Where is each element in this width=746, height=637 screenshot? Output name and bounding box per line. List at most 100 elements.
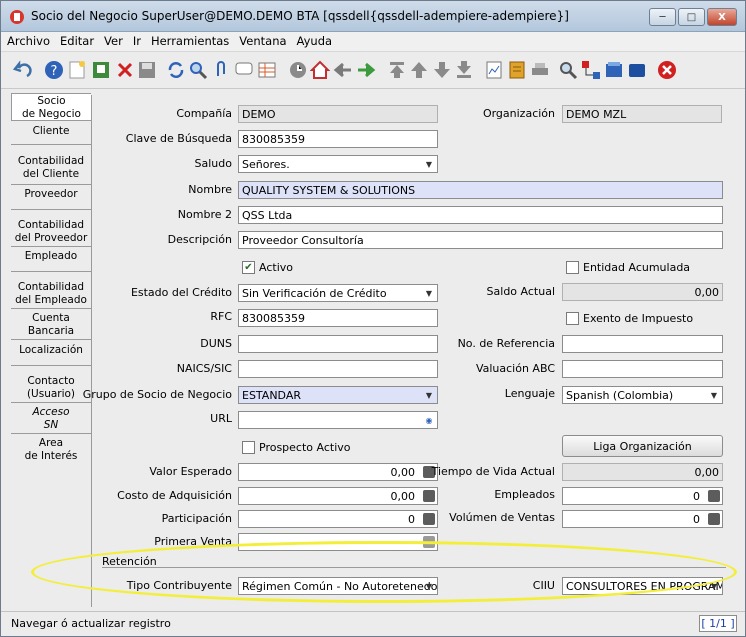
- activo-label: Activo: [259, 261, 293, 274]
- menu-ir[interactable]: Ir: [127, 32, 145, 51]
- activo-checkbox[interactable]: ✔: [242, 261, 255, 274]
- costo-adquisicion-input[interactable]: 0,00: [238, 487, 438, 505]
- archive-icon[interactable]: [507, 60, 527, 80]
- tab-localizacion[interactable]: Localización: [11, 344, 91, 366]
- first-record-icon[interactable]: [387, 60, 407, 80]
- valuacion-input[interactable]: [562, 360, 723, 378]
- estado-credito-select[interactable]: Sin Verificación de Crédito ▼: [238, 284, 438, 302]
- primera-venta-input[interactable]: [238, 533, 438, 551]
- nombre-input[interactable]: QUALITY SYSTEM & SOLUTIONS: [238, 181, 723, 199]
- menu-editar[interactable]: Editar: [54, 32, 98, 51]
- menu-ventana[interactable]: Ventana: [233, 32, 290, 51]
- window-title: Socio del Negocio SuperUser@DEMO.DEMO BT…: [31, 9, 569, 23]
- last-record-icon[interactable]: [454, 60, 474, 80]
- history-icon[interactable]: [288, 60, 308, 80]
- tab-contabilidad-cliente[interactable]: Contabilidad del Cliente: [11, 155, 91, 185]
- menu-archivo[interactable]: Archivo: [1, 32, 54, 51]
- menu-ayuda[interactable]: Ayuda: [291, 32, 337, 51]
- duns-input[interactable]: [238, 335, 438, 353]
- tab-contabilidad-empleado[interactable]: Contabilidad del Empleado: [11, 281, 91, 309]
- saludo-select[interactable]: Señores. ▼: [238, 155, 438, 173]
- svg-text:?: ?: [51, 64, 58, 79]
- nombre2-input[interactable]: QSS Ltda: [238, 206, 723, 224]
- chevron-down-icon[interactable]: ▼: [422, 388, 436, 402]
- attachment-icon[interactable]: [211, 60, 231, 80]
- calendar-icon[interactable]: [423, 536, 435, 548]
- url-input[interactable]: ◉: [238, 411, 438, 429]
- calculator-icon[interactable]: [423, 490, 435, 502]
- tipo-contribuyente-select[interactable]: Régimen Común - No Autoretenedor ▼: [238, 577, 438, 595]
- print-icon[interactable]: [530, 60, 550, 80]
- exit-icon[interactable]: [657, 60, 677, 80]
- ciiu-select[interactable]: CONSULTORES EN PROGRAM... ▼: [562, 577, 723, 595]
- liga-organizacion-button[interactable]: Liga Organización: [562, 435, 723, 457]
- volumen-ventas-input[interactable]: 0: [562, 510, 723, 528]
- descripcion-input[interactable]: Proveedor Consultoría: [238, 231, 723, 249]
- chevron-down-icon[interactable]: ▼: [707, 388, 721, 402]
- menu-herramientas[interactable]: Herramientas: [145, 32, 233, 51]
- delete-icon[interactable]: [115, 60, 135, 80]
- calculator-icon[interactable]: [423, 513, 435, 525]
- status-bar: Navegar ó actualizar registro [ 1/1 ]: [1, 611, 745, 636]
- app-icon: [10, 10, 24, 24]
- entidad-acumulada-checkbox[interactable]: [566, 261, 579, 274]
- grupo-select[interactable]: ESTANDAR ▼: [238, 386, 438, 404]
- record-counter[interactable]: [ 1/1 ]: [699, 615, 737, 632]
- maximize-button[interactable]: □: [678, 8, 705, 26]
- chevron-down-icon[interactable]: ▼: [707, 579, 721, 593]
- chat-icon[interactable]: [234, 60, 254, 80]
- calculator-icon[interactable]: [708, 490, 720, 502]
- new-record-icon[interactable]: [67, 60, 87, 80]
- report-icon[interactable]: [484, 60, 504, 80]
- referencia-label: No. de Referencia: [457, 337, 555, 350]
- close-button[interactable]: X: [707, 8, 737, 26]
- grid-toggle-icon[interactable]: [257, 60, 277, 80]
- product-info-icon[interactable]: [627, 60, 647, 80]
- section-divider: [102, 567, 726, 568]
- valor-esperado-input[interactable]: 0,00: [238, 463, 438, 481]
- minimize-button[interactable]: ─: [649, 8, 676, 26]
- tab-acceso-sn[interactable]: Acceso SN: [11, 406, 91, 434]
- tab-proveedor[interactable]: Proveedor: [11, 188, 91, 210]
- grupo-label: Grupo de Socio de Negocio: [82, 388, 232, 401]
- empleados-input[interactable]: 0: [562, 487, 723, 505]
- tab-cuenta-bancaria[interactable]: Cuenta Bancaria: [11, 312, 91, 340]
- prospecto-checkbox[interactable]: [242, 441, 255, 454]
- refresh-icon[interactable]: [166, 60, 186, 80]
- participacion-input[interactable]: 0: [238, 510, 438, 528]
- clave-busqueda-input[interactable]: 830085359: [238, 130, 438, 148]
- referencia-input[interactable]: [562, 335, 723, 353]
- tab-contabilidad-proveedor[interactable]: Contabilidad del Proveedor: [11, 219, 91, 247]
- tiempo-vida-field: 0,00: [562, 463, 723, 481]
- naics-input[interactable]: [238, 360, 438, 378]
- forward-icon[interactable]: [356, 60, 376, 80]
- tab-cliente[interactable]: Cliente: [11, 125, 91, 145]
- request-icon[interactable]: [604, 60, 624, 80]
- descripcion-label: Descripción: [167, 233, 232, 246]
- help-icon[interactable]: ?: [44, 60, 64, 80]
- tab-socio-de-negocio[interactable]: Socio de Negocio: [11, 93, 91, 121]
- workflow-icon[interactable]: [581, 60, 601, 80]
- copy-icon[interactable]: [91, 60, 111, 80]
- next-record-icon[interactable]: [432, 60, 452, 80]
- undo-icon[interactable]: [13, 60, 33, 80]
- tab-contacto-usuario[interactable]: Contacto (Usuario): [11, 375, 91, 403]
- back-icon[interactable]: [333, 60, 353, 80]
- lenguaje-select[interactable]: Spanish (Colombia) ▼: [562, 386, 723, 404]
- chevron-down-icon[interactable]: ▼: [422, 157, 436, 171]
- chevron-down-icon[interactable]: ▼: [422, 286, 436, 300]
- zoom-across-icon[interactable]: [558, 60, 578, 80]
- globe-icon[interactable]: ◉: [422, 413, 436, 427]
- rfc-input[interactable]: 830085359: [238, 309, 438, 327]
- tab-empleado[interactable]: Empleado: [11, 250, 91, 272]
- menu-ver[interactable]: Ver: [98, 32, 127, 51]
- tab-area-de-interes[interactable]: Area de Interés: [11, 437, 91, 465]
- find-icon[interactable]: [188, 60, 208, 80]
- previous-record-icon[interactable]: [409, 60, 429, 80]
- chevron-down-icon[interactable]: ▼: [422, 579, 436, 593]
- save-icon[interactable]: [137, 60, 157, 80]
- toolbar: ?: [1, 52, 745, 89]
- exento-impuesto-checkbox[interactable]: [566, 312, 579, 325]
- home-icon[interactable]: [310, 60, 330, 80]
- calculator-icon[interactable]: [708, 513, 720, 525]
